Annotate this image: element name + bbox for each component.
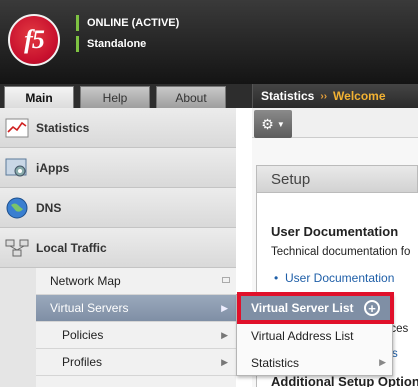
sidebar-item-label: DNS bbox=[36, 200, 62, 215]
statistics-chart-icon bbox=[4, 115, 30, 141]
mode-indicator-bar bbox=[76, 35, 79, 52]
setup-panel-header[interactable]: Setup bbox=[256, 165, 418, 193]
sidebar-item-label: Statistics bbox=[36, 120, 90, 135]
sidebar-sub-label: Policies bbox=[62, 328, 104, 342]
local-traffic-icon bbox=[4, 235, 30, 261]
breadcrumb-separator: ›› bbox=[320, 90, 328, 102]
add-circle-icon[interactable]: + bbox=[364, 300, 380, 316]
tab-about[interactable]: About bbox=[156, 86, 226, 108]
logo-text: f5 bbox=[24, 25, 45, 54]
documentation-description: Technical documentation fo bbox=[271, 246, 411, 258]
flyout-item-virtual-server-list[interactable]: Virtual Server List + bbox=[237, 292, 394, 324]
caret-down-icon: ▼ bbox=[276, 119, 285, 129]
sidebar-sub-label: Network Map bbox=[50, 274, 121, 288]
user-documentation-link[interactable]: User Documentation bbox=[274, 271, 394, 285]
flyout-item-label: Statistics bbox=[251, 355, 300, 370]
iapps-gear-icon bbox=[4, 155, 30, 181]
sidebar-item-local-traffic[interactable]: Local Traffic bbox=[0, 228, 236, 268]
flyout-item-label: Virtual Address List bbox=[251, 328, 354, 343]
sidebar-sub-virtual-servers[interactable]: Virtual Servers ▶ bbox=[36, 295, 236, 322]
top-banner: f5 ONLINE (ACTIVE) Standalone bbox=[0, 0, 418, 84]
sidebar-item-statistics[interactable]: Statistics bbox=[0, 108, 236, 148]
breadcrumb-page: Welcome bbox=[333, 89, 386, 103]
main-toolbar: ⚙ ▼ bbox=[252, 108, 418, 138]
flyout-item-virtual-address-list[interactable]: Virtual Address List bbox=[237, 322, 392, 349]
gear-menu-button[interactable]: ⚙ ▼ bbox=[254, 110, 292, 138]
chevron-right-icon: ▶ bbox=[379, 357, 386, 367]
sidebar-sub-label: Virtual Servers bbox=[50, 301, 129, 315]
sidebar-item-iapps[interactable]: iApps bbox=[0, 148, 236, 188]
tab-help[interactable]: Help bbox=[80, 86, 150, 108]
flyout-item-label: Virtual Server List bbox=[251, 301, 354, 315]
sidebar-sub-next-item[interactable] bbox=[36, 376, 236, 387]
status-text: ONLINE (ACTIVE) bbox=[87, 16, 180, 29]
chevron-right-icon: ▶ bbox=[221, 329, 228, 340]
tab-bar: Main Help About bbox=[0, 84, 252, 108]
tab-main[interactable]: Main bbox=[4, 86, 74, 108]
sidebar: Statistics iApps DNS Local Traffic Netwo… bbox=[0, 108, 236, 387]
sidebar-item-label: iApps bbox=[36, 160, 70, 175]
sidebar-sub-label: Profiles bbox=[62, 355, 103, 369]
device-status: ONLINE (ACTIVE) Standalone bbox=[76, 12, 179, 54]
sidebar-sub-policies[interactable]: Policies ▶ bbox=[36, 322, 236, 349]
chevron-right-icon: ▶ bbox=[221, 302, 228, 313]
sidebar-item-label: Local Traffic bbox=[36, 240, 107, 255]
status-indicator-bar bbox=[76, 14, 79, 31]
mode-text: Standalone bbox=[87, 37, 147, 50]
gear-icon: ⚙ bbox=[261, 115, 274, 132]
f5-logo[interactable]: f5 bbox=[8, 14, 60, 66]
sidebar-item-dns[interactable]: DNS bbox=[0, 188, 236, 228]
sidebar-sub-profiles[interactable]: Profiles ▶ bbox=[36, 349, 236, 376]
dns-globe-icon bbox=[4, 195, 30, 221]
breadcrumb: Statistics ›› Welcome bbox=[252, 84, 418, 108]
chevron-right-icon: ▶ bbox=[221, 356, 228, 367]
breadcrumb-section[interactable]: Statistics bbox=[261, 89, 314, 103]
user-documentation-heading: User Documentation bbox=[271, 224, 399, 239]
flyout-item-statistics[interactable]: Statistics ▶ bbox=[237, 349, 392, 376]
map-window-icon bbox=[222, 277, 230, 283]
sidebar-sub-network-map[interactable]: Network Map bbox=[36, 268, 236, 295]
